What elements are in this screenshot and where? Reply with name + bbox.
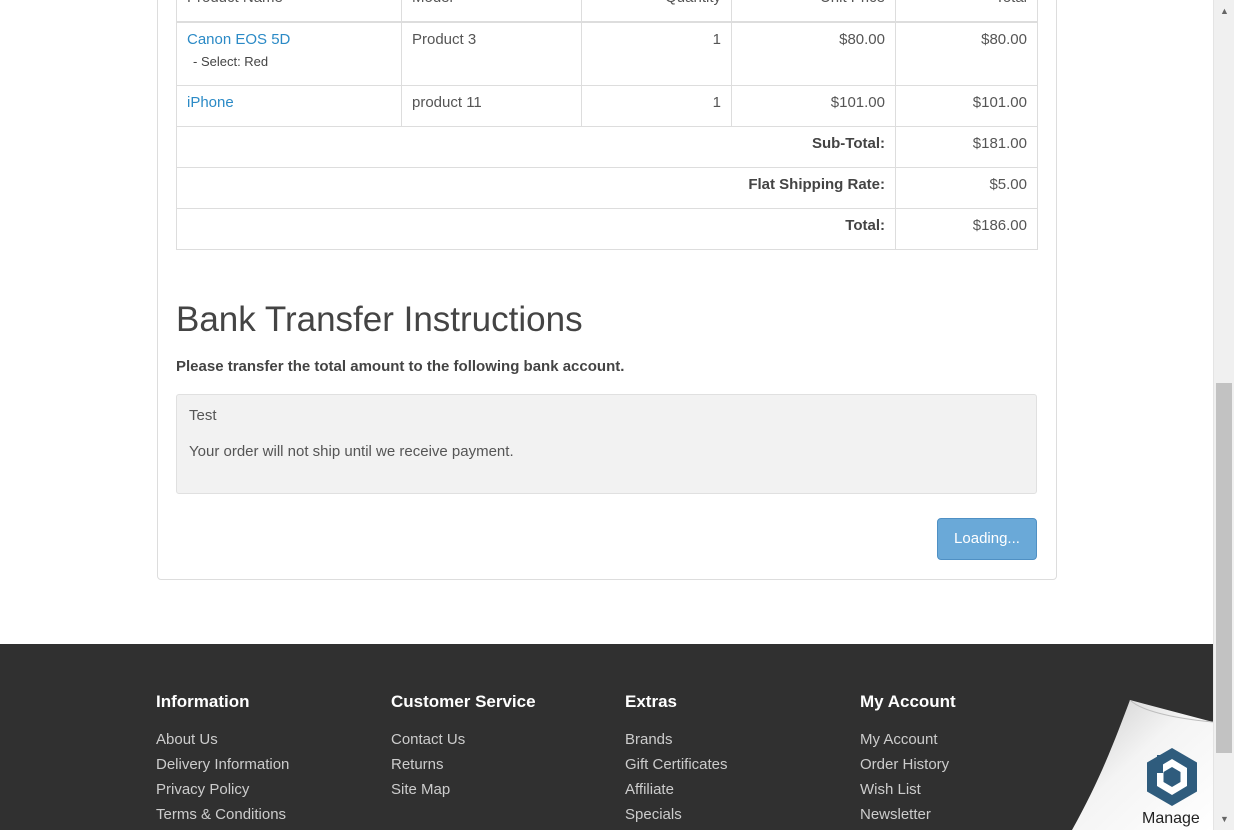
- quantity-cell: 1: [581, 21, 732, 86]
- footer-link-returns[interactable]: Returns: [391, 752, 536, 777]
- confirm-order-button[interactable]: Loading...: [937, 518, 1037, 560]
- subtotal-row: Sub-Total: $181.00: [176, 126, 1038, 168]
- shipping-value: $5.00: [895, 167, 1038, 209]
- footer-link-contact-us[interactable]: Contact Us: [391, 727, 536, 752]
- footer-heading: Extras: [625, 692, 677, 711]
- header-quantity: Quantity: [581, 0, 732, 23]
- site-footer: Information About Us Delivery Informatio…: [0, 644, 1213, 830]
- payment-notice: Your order will not ship until we receiv…: [189, 443, 514, 460]
- product-link[interactable]: Canon EOS 5D: [187, 31, 290, 48]
- header-total: Total: [895, 0, 1038, 23]
- footer-link-gift-certificates[interactable]: Gift Certificates: [625, 752, 728, 777]
- bank-transfer-intro: Please transfer the total amount to the …: [176, 358, 625, 375]
- footer-heading: Customer Service: [391, 692, 536, 711]
- total-cell: $101.00: [895, 85, 1038, 127]
- model-cell: product 11: [401, 85, 582, 127]
- footer-link-specials[interactable]: Specials: [625, 802, 728, 827]
- product-link[interactable]: iPhone: [187, 94, 234, 111]
- table-row: iPhone product 11 1 $101.00 $101.00: [176, 85, 1038, 127]
- footer-column-information: Information About Us Delivery Informatio…: [156, 692, 289, 827]
- footer-link-my-account[interactable]: My Account: [860, 727, 956, 752]
- page: Product Name Model Quantity Unit Price T…: [0, 0, 1213, 830]
- manage-label: Manage: [1142, 810, 1200, 827]
- subtotal-label: Sub-Total:: [176, 126, 896, 168]
- subtotal-value: $181.00: [895, 126, 1038, 168]
- scroll-down-arrow-icon[interactable]: ▼: [1214, 810, 1234, 828]
- table-header-row: Product Name Model Quantity Unit Price T…: [176, 0, 1038, 23]
- bank-instructions-box: Test Your order will not ship until we r…: [176, 394, 1037, 494]
- bank-transfer-title: Bank Transfer Instructions: [176, 300, 583, 339]
- product-name-cell: Canon EOS 5D - Select: Red: [176, 21, 402, 86]
- footer-link-delivery-information[interactable]: Delivery Information: [156, 752, 289, 777]
- footer-link-site-map[interactable]: Site Map: [391, 777, 536, 802]
- scrollbar-thumb[interactable]: [1216, 383, 1232, 753]
- footer-link-newsletter[interactable]: Newsletter: [860, 802, 956, 827]
- bank-instructions: Test: [189, 407, 217, 424]
- product-name-cell: iPhone: [176, 85, 402, 127]
- scroll-up-arrow-icon[interactable]: ▲: [1214, 2, 1234, 20]
- footer-link-brands[interactable]: Brands: [625, 727, 728, 752]
- header-product-name: Product Name: [176, 0, 402, 23]
- footer-link-terms-conditions[interactable]: Terms & Conditions: [156, 802, 289, 827]
- model-cell: Product 3: [401, 21, 582, 86]
- footer-heading: Information: [156, 692, 250, 711]
- shipping-row: Flat Shipping Rate: $5.00: [176, 167, 1038, 209]
- total-row: Total: $186.00: [176, 208, 1038, 250]
- footer-link-order-history[interactable]: Order History: [860, 752, 956, 777]
- vertical-scrollbar[interactable]: ▲ ▼: [1213, 0, 1234, 830]
- order-table: Product Name Model Quantity Unit Price T…: [176, 0, 1038, 250]
- total-label: Total:: [176, 208, 896, 250]
- unit-price-cell: $101.00: [731, 85, 896, 127]
- footer-heading: My Account: [860, 692, 956, 711]
- footer-link-wish-list[interactable]: Wish List: [860, 777, 956, 802]
- footer-column-extras: Extras Brands Gift Certificates Affiliat…: [625, 692, 728, 827]
- manage-widget[interactable]: Manage: [1070, 699, 1213, 830]
- footer-column-customer-service: Customer Service Contact Us Returns Site…: [391, 692, 536, 802]
- unit-price-cell: $80.00: [731, 21, 896, 86]
- total-cell: $80.00: [895, 21, 1038, 86]
- footer-link-affiliate[interactable]: Affiliate: [625, 777, 728, 802]
- table-row: Canon EOS 5D - Select: Red Product 3 1 $…: [176, 21, 1038, 86]
- header-unit-price: Unit Price: [731, 0, 896, 23]
- header-model: Model: [401, 0, 582, 23]
- total-value: $186.00: [895, 208, 1038, 250]
- footer-link-about-us[interactable]: About Us: [156, 727, 289, 752]
- footer-link-privacy-policy[interactable]: Privacy Policy: [156, 777, 289, 802]
- footer-column-my-account: My Account My Account Order History Wish…: [860, 692, 956, 827]
- quantity-cell: 1: [581, 85, 732, 127]
- shipping-label: Flat Shipping Rate:: [176, 167, 896, 209]
- product-option: - Select: Red: [193, 54, 269, 69]
